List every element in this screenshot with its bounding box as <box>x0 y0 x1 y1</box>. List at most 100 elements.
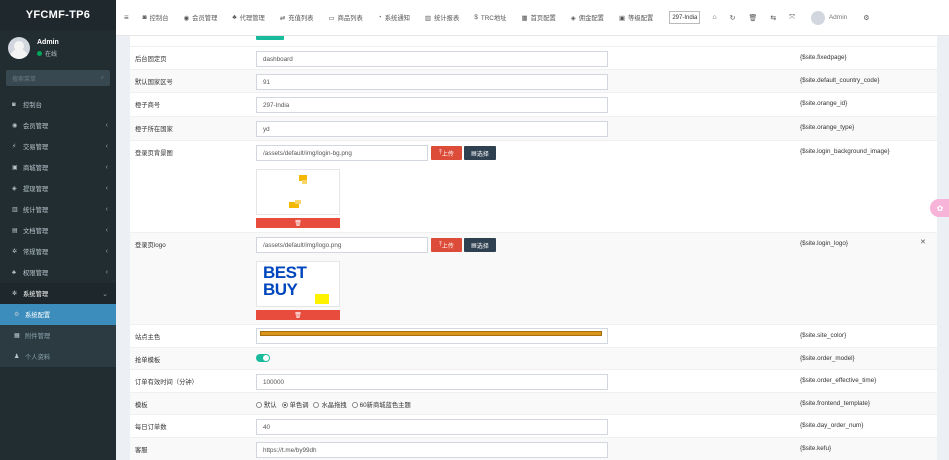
sidebar-item-10[interactable]: ⚙ 系统配置 <box>0 304 116 325</box>
sidebar-item-label: 会员管理 <box>23 123 49 130</box>
search-icon[interactable]: ⌕ <box>101 75 104 82</box>
field-label: 订单有效时间（分钟） <box>135 379 198 386</box>
sidebar-item-12[interactable]: ♟ 个人资料 <box>0 346 116 367</box>
login-logo-input[interactable]: /assets/default/img/logo.png <box>256 237 428 253</box>
delete-logo-button[interactable]: 🗑 <box>256 310 340 320</box>
order-model-toggle[interactable] <box>256 354 270 362</box>
upload-button[interactable]: ⤒ 上传 <box>431 238 462 252</box>
sidebar-item-3[interactable]: ▣ 商城管理 ‹ <box>0 157 116 178</box>
topnav-item-4[interactable]: ▭ 商品列表 <box>328 13 362 23</box>
template-radio-option[interactable]: 默认 <box>256 400 277 409</box>
orange-id-input[interactable]: 297-India <box>256 97 608 113</box>
home-icon[interactable]: ⌂ <box>712 14 716 21</box>
field-label: 登录页背景图 <box>135 150 173 157</box>
topnav-item-8[interactable]: ▦ 首页配置 <box>521 13 555 23</box>
template-radio-option[interactable]: 水晶拖拽 <box>313 400 347 409</box>
order-effective-time-input[interactable]: 100000 <box>256 374 608 390</box>
sidebar-item-7[interactable]: ✲ 常规管理 ‹ <box>0 241 116 262</box>
sidebar-item-6[interactable]: ▤ 文档管理 ‹ <box>0 220 116 241</box>
trash-icon[interactable]: 🗑︎ <box>748 14 757 22</box>
radio-circle-icon[interactable] <box>281 401 288 408</box>
chevron-icon: ‹ <box>105 206 108 213</box>
language-select[interactable]: 297-India <box>669 11 701 24</box>
select-button[interactable]: ▤ 选择 <box>464 238 496 252</box>
topnav-item-0[interactable]: ◙ 控制台 <box>143 13 169 22</box>
radio-circle-icon[interactable] <box>313 401 320 408</box>
topnav-label: 佣金配置 <box>578 15 604 22</box>
sidebar-item-label: 系统配置 <box>25 312 51 319</box>
refresh-icon[interactable]: ↻ <box>730 14 736 22</box>
login-bg-preview <box>256 169 340 215</box>
sidebar-item-label: 个人资料 <box>25 354 51 361</box>
topnav-item-9[interactable]: ◈ 佣金配置 <box>571 13 604 23</box>
fixedpage-input[interactable]: dashboard <box>256 51 608 67</box>
field-variable: {$site.kefu} <box>800 445 832 452</box>
upload-button[interactable]: ⤒ 上传 <box>431 146 462 160</box>
kefu-input[interactable]: https://t.me/by99dh <box>256 442 608 458</box>
topnav-item-3[interactable]: ⇄ 充值列表 <box>280 13 314 23</box>
money-icon: ◈ <box>12 186 17 192</box>
floating-assistant-icon[interactable]: ✿ <box>930 199 949 217</box>
login-bg-input[interactable]: /assets/default/img/login-bg.png <box>256 145 428 161</box>
sidebar-item-label: 统计管理 <box>23 207 49 214</box>
config-panel: 后台固定页 dashboard {$site.fixedpage} 默认国家区号… <box>130 36 937 460</box>
attachment-icon: ▦ <box>14 333 20 339</box>
select-button[interactable]: ▤ 选择 <box>464 146 496 160</box>
day-order-num-input[interactable]: 40 <box>256 419 608 435</box>
sidebar-item-label: 系统管理 <box>23 291 49 298</box>
topnav-item-5[interactable]: ◔ 系统通知 <box>378 13 410 22</box>
login-logo-preview: BEST BUY <box>256 261 340 307</box>
field-variable: {$site.order_effective_time} <box>800 377 877 384</box>
sidebar-item-0[interactable]: ◙ 控制台 <box>0 94 116 115</box>
sidebar-item-label: 控制台 <box>23 102 42 109</box>
topnav-label: 代理管理 <box>239 15 265 22</box>
menu-search-input[interactable]: 搜索菜单 ⌕ <box>6 70 110 86</box>
radio-circle-icon[interactable] <box>256 401 262 408</box>
topnav-item-1[interactable]: ◉ 会员管理 <box>184 13 218 23</box>
topbar-admin-name[interactable]: Admin <box>829 14 847 21</box>
topnav-item-6[interactable]: ▥ 统计报表 <box>425 13 459 23</box>
country-code-input[interactable]: 91 <box>256 74 608 90</box>
topnav-label: TRC地址 <box>480 15 507 22</box>
orange-type-input[interactable]: yd <box>256 121 608 137</box>
menu-toggle-icon[interactable]: ≡ <box>124 13 129 22</box>
field-label: 客服 <box>135 447 148 454</box>
topnav-item-10[interactable]: ▣ 等级配置 <box>618 13 653 23</box>
radio-label: 默认 <box>264 402 277 409</box>
field-variable: {$site.orange_type} <box>800 124 855 131</box>
template-radio-option[interactable]: 60新商城蓝色主题 <box>351 400 411 409</box>
config-row-orange-id: 橙子商号 297-India {$site.orange_id} <box>130 92 937 116</box>
top-navbar: ≡ ◙ 控制台 ◉ 会员管理 ♣ 代理管理 ⇄ 充值列表 ▭ 商品列表 ◔ 系统通知 ▥ 统计报表 $ TRC… <box>116 0 949 36</box>
fullscreen-icon[interactable]: ⤧ <box>789 14 795 22</box>
radio-circle-icon[interactable] <box>351 401 358 408</box>
sidebar-item-label: 附件管理 <box>25 333 51 340</box>
partial-green-button[interactable] <box>256 36 284 40</box>
settings-gear-icon[interactable]: ⚙ <box>863 14 869 22</box>
sidebar-item-label: 商城管理 <box>23 165 49 172</box>
topnav-icon: ▣ <box>618 14 626 22</box>
sidebar-item-2[interactable]: ⚡ 交易管理 ‹ <box>0 136 116 157</box>
template-radio-option[interactable]: 单色调 <box>281 400 309 409</box>
sidebar-item-8[interactable]: ♣ 权限管理 ‹ <box>0 262 116 283</box>
field-label: 橙子商号 <box>135 102 161 109</box>
topnav-item-2[interactable]: ♣ 代理管理 <box>232 13 264 22</box>
topnav-item-7[interactable]: $ TRC地址 <box>474 13 506 22</box>
delete-bg-button[interactable]: 🗑 <box>256 218 340 228</box>
sidebar-item-11[interactable]: ▦ 附件管理 <box>0 325 116 346</box>
topbar-avatar[interactable] <box>810 10 825 25</box>
remove-row-icon[interactable]: ✕ <box>920 238 926 246</box>
topnav-icon: ▭ <box>328 14 335 22</box>
translate-icon[interactable]: ⇆ <box>770 14 776 22</box>
chevron-icon: ⌄ <box>102 290 108 298</box>
app-brand[interactable]: YFCMF-TP6 <box>0 0 116 30</box>
config-row-orange-type: 橙子所在国家 yd {$site.orange_type} <box>130 116 937 140</box>
sidebar-item-4[interactable]: ◈ 提现管理 ‹ <box>0 178 116 199</box>
topnav-icon: ♣ <box>232 14 237 21</box>
sidebar-item-1[interactable]: ◉ 会员管理 ‹ <box>0 115 116 136</box>
topnav-icon: ◔ <box>377 14 382 21</box>
radio-label: 单色调 <box>289 402 309 409</box>
sidebar-item-5[interactable]: ▥ 统计管理 ‹ <box>0 199 116 220</box>
sidebar-item-9[interactable]: ✻ 系统管理 ⌄ <box>0 283 116 304</box>
site-color-swatch[interactable] <box>260 331 602 336</box>
topnav-label: 控制台 <box>149 15 169 22</box>
